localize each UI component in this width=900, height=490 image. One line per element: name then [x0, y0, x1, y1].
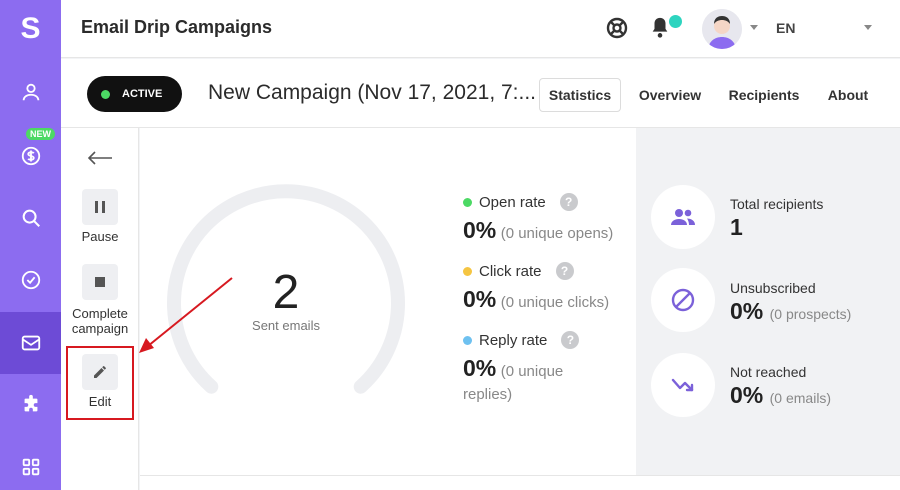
unsubscribed-label: Unsubscribed — [730, 280, 816, 296]
total-recipients-value: 1 — [730, 214, 743, 240]
reply-rate-sub-line2: replies) — [463, 386, 513, 403]
open-rate: Open rate? 0% (0 unique opens) — [463, 193, 613, 244]
not-reached-sub: (0 emails) — [769, 390, 832, 406]
unsubscribed-badge — [651, 268, 715, 332]
unsubscribed-value-row: 0% (0 prospects) — [730, 298, 851, 325]
help-icon[interactable]: ? — [561, 331, 580, 349]
total-recipients-label: Total recipients — [730, 196, 824, 212]
not-reached-badge — [651, 353, 715, 417]
sent-count: 2 — [272, 266, 300, 319]
unsubscribed-sub: (0 prospects) — [769, 306, 852, 322]
not-reached-label: Not reached — [730, 364, 807, 380]
open-rate-dot — [463, 197, 472, 207]
block-icon — [671, 288, 695, 312]
open-rate-label: Open rate — [479, 193, 546, 211]
help-icon[interactable]: ? — [555, 262, 574, 280]
reply-rate-value: 0% — [463, 355, 497, 381]
reply-rate-dot — [463, 335, 472, 345]
click-rate-dot — [463, 266, 472, 276]
reply-rate-sub-line1: (0 unique — [500, 363, 564, 380]
click-rate-sub: (0 unique clicks) — [500, 294, 610, 311]
click-rate-label: Click rate — [479, 262, 542, 280]
reply-rate: Reply rate? 0% (0 unique replies) — [463, 331, 580, 403]
unsubscribed-value: 0% — [730, 298, 764, 324]
click-rate: Click rate? 0% (0 unique clicks) — [463, 262, 609, 313]
help-icon[interactable]: ? — [559, 193, 578, 211]
open-rate-value: 0% — [463, 217, 497, 243]
not-reached-value: 0% — [730, 382, 764, 408]
click-rate-value: 0% — [463, 286, 497, 312]
users-icon — [671, 209, 695, 225]
sent-label: Sent emails — [252, 318, 320, 333]
reply-rate-label: Reply rate — [479, 331, 548, 349]
recipients-badge — [651, 185, 715, 249]
not-reached-value-row: 0% (0 emails) — [730, 382, 831, 409]
bottom-strip — [140, 475, 900, 490]
open-rate-sub: (0 unique opens) — [500, 225, 614, 242]
trend-arrow-icon — [671, 378, 694, 392]
